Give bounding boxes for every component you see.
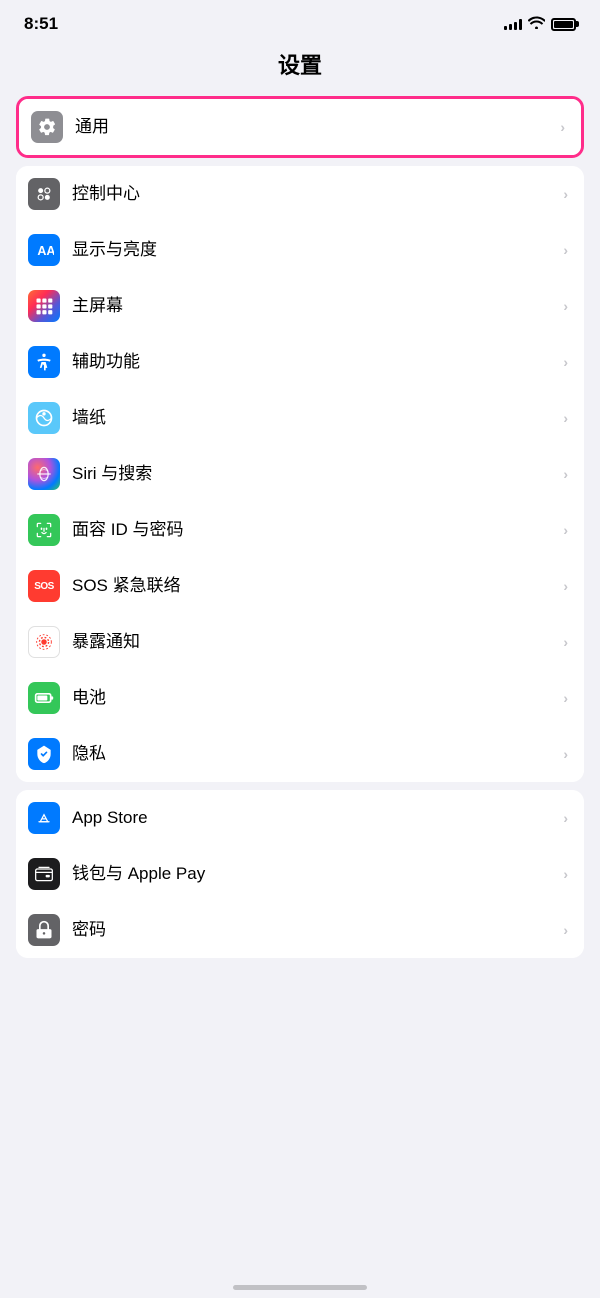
settings-item-home-screen[interactable]: 主屏幕 › — [16, 278, 584, 334]
control-center-chevron: › — [563, 186, 568, 202]
settings-item-battery[interactable]: 电池 › — [16, 670, 584, 726]
battery-icon — [551, 18, 576, 31]
home-screen-icon — [28, 290, 60, 322]
faceid-chevron: › — [563, 522, 568, 538]
faceid-icon — [28, 514, 60, 546]
faceid-label: 面容 ID 与密码 — [72, 519, 555, 541]
home-screen-label: 主屏幕 — [72, 295, 555, 317]
settings-item-accessibility[interactable]: 辅助功能 › — [16, 334, 584, 390]
settings-item-passwords[interactable]: 密码 › — [16, 902, 584, 958]
control-center-label: 控制中心 — [72, 183, 555, 205]
wallet-label: 钱包与 Apple Pay — [72, 863, 555, 885]
settings-item-exposure[interactable]: 暴露通知 › — [16, 614, 584, 670]
accessibility-label: 辅助功能 — [72, 351, 555, 373]
control-center-icon — [28, 178, 60, 210]
settings-item-general[interactable]: 通用 › — [19, 99, 581, 155]
general-chevron: › — [560, 119, 565, 135]
general-label: 通用 — [75, 116, 552, 138]
settings-item-appstore[interactable]: App Store › — [16, 790, 584, 846]
general-icon — [31, 111, 63, 143]
home-indicator — [233, 1285, 367, 1290]
wifi-icon — [528, 16, 545, 32]
display-chevron: › — [563, 242, 568, 258]
main-section: 控制中心 › AA 显示与亮度 › 主屏幕 › — [16, 166, 584, 782]
sos-icon: SOS — [28, 570, 60, 602]
settings-item-display[interactable]: AA 显示与亮度 › — [16, 222, 584, 278]
signal-icon — [504, 18, 522, 30]
display-icon: AA — [28, 234, 60, 266]
settings-item-wallpaper[interactable]: 墙纸 › — [16, 390, 584, 446]
password-icon — [28, 914, 60, 946]
page-title: 设置 — [278, 53, 322, 78]
settings-item-wallet[interactable]: 钱包与 Apple Pay › — [16, 846, 584, 902]
appstore-chevron: › — [563, 810, 568, 826]
wallpaper-label: 墙纸 — [72, 407, 555, 429]
status-time: 8:51 — [24, 14, 58, 34]
exposure-chevron: › — [563, 634, 568, 650]
battery-chevron: › — [563, 690, 568, 706]
wallet-chevron: › — [563, 866, 568, 882]
wallet-icon — [28, 858, 60, 890]
settings-item-faceid[interactable]: 面容 ID 与密码 › — [16, 502, 584, 558]
privacy-chevron: › — [563, 746, 568, 762]
wallpaper-icon — [28, 402, 60, 434]
privacy-label: 隐私 — [72, 743, 555, 765]
sos-chevron: › — [563, 578, 568, 594]
settings-item-control-center[interactable]: 控制中心 › — [16, 166, 584, 222]
appstore-label: App Store — [72, 807, 555, 829]
settings-item-privacy[interactable]: 隐私 › — [16, 726, 584, 782]
battery-label: 电池 — [72, 687, 555, 709]
page-header: 设置 — [0, 40, 600, 92]
accessibility-icon — [28, 346, 60, 378]
home-screen-chevron: › — [563, 298, 568, 314]
status-bar: 8:51 — [0, 0, 600, 40]
bottom-section: App Store › 钱包与 Apple Pay › 密码 › — [16, 790, 584, 958]
settings-item-sos[interactable]: SOS SOS 紧急联络 › — [16, 558, 584, 614]
status-icons — [504, 16, 576, 32]
display-label: 显示与亮度 — [72, 239, 555, 261]
exposure-icon — [28, 626, 60, 658]
password-label: 密码 — [72, 919, 555, 941]
wallpaper-chevron: › — [563, 410, 568, 426]
highlighted-section: 通用 › — [16, 96, 584, 158]
siri-label: Siri 与搜索 — [72, 463, 555, 485]
exposure-label: 暴露通知 — [72, 631, 555, 653]
accessibility-chevron: › — [563, 354, 568, 370]
svg-text:AA: AA — [37, 244, 54, 258]
battery-settings-icon — [28, 682, 60, 714]
appstore-icon — [28, 802, 60, 834]
settings-item-siri[interactable]: Siri 与搜索 › — [16, 446, 584, 502]
siri-chevron: › — [563, 466, 568, 482]
privacy-icon — [28, 738, 60, 770]
siri-icon — [28, 458, 60, 490]
password-chevron: › — [563, 922, 568, 938]
sos-label: SOS 紧急联络 — [72, 575, 555, 597]
